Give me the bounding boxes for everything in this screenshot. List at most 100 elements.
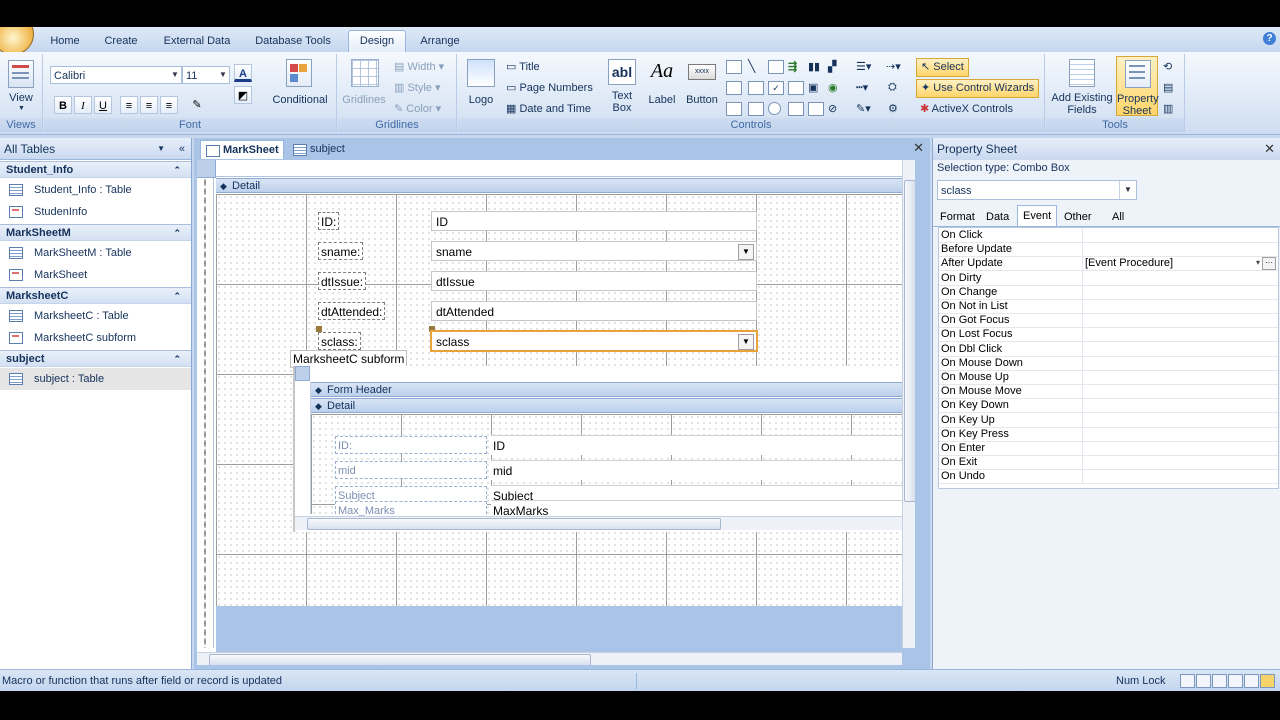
activex-button[interactable]: ✱ ActiveX Controls: [920, 102, 1013, 115]
option-button-icon[interactable]: [768, 102, 781, 115]
nav-pane-header[interactable]: All Tables ▼ «: [0, 138, 191, 160]
nav-group-student-info[interactable]: Student_Info ⌃: [0, 161, 191, 178]
width-button[interactable]: ▤ Width ▾: [394, 60, 444, 73]
paperclip-icon[interactable]: ⊘: [828, 102, 842, 115]
ps-tab-all[interactable]: All: [1107, 208, 1129, 226]
use-control-wizards-button[interactable]: ✦ Use Control Wizards: [916, 79, 1040, 98]
list-box-icon[interactable]: [726, 81, 742, 95]
unbound-object-icon[interactable]: [788, 102, 804, 116]
property-row[interactable]: On Key Down: [939, 398, 1278, 414]
help-icon[interactable]: ?: [1263, 32, 1276, 45]
field-label-sname[interactable]: sname:: [318, 242, 364, 260]
tab-database-tools[interactable]: Database Tools: [250, 33, 336, 52]
nav-item-subject-table[interactable]: subject : Table: [0, 368, 191, 390]
subform-textbox-max-marks[interactable]: MaxMarks: [491, 500, 915, 516]
font-color-icon[interactable]: A: [234, 64, 252, 82]
form-selector[interactable]: [197, 160, 216, 178]
nav-item-marksheetm-table[interactable]: MarkSheetM : Table: [0, 242, 191, 264]
nav-group-marksheetc[interactable]: MarksheetC ⌃: [0, 287, 191, 304]
scrollbar-thumb[interactable]: [307, 518, 721, 530]
line-icon[interactable]: ╲: [748, 60, 762, 72]
ps-tab-event[interactable]: Event: [1017, 205, 1058, 227]
conditional-button[interactable]: Conditional: [268, 56, 332, 112]
subform-horizontal-scrollbar[interactable]: [295, 516, 915, 530]
subform-control[interactable]: ◆ Form Header ◆ Detail ID: ID mid mid Su…: [293, 366, 915, 532]
property-row[interactable]: On Enter: [939, 441, 1278, 456]
font-name-combo[interactable]: Calibri ▼: [50, 66, 182, 84]
property-row[interactable]: On Got Focus: [939, 313, 1278, 329]
field-combo-sname[interactable]: sname ▼: [431, 241, 757, 261]
property-row[interactable]: On Mouse Down: [939, 355, 1278, 371]
insert-chart-icon[interactable]: ▞: [828, 60, 842, 73]
ps-tab-format[interactable]: Format: [935, 208, 980, 226]
page-numbers-button[interactable]: ▭ Page Numbers: [506, 81, 593, 94]
button-button[interactable]: xxxx Button: [682, 56, 722, 112]
align-left-icon[interactable]: ≡: [120, 96, 138, 114]
border-icon[interactable]: ⚙: [888, 102, 898, 115]
align-center-icon[interactable]: ≡: [140, 96, 158, 114]
chevron-down-icon[interactable]: ▼: [738, 244, 754, 260]
property-row[interactable]: On Dirty: [939, 270, 1278, 286]
text-box-button[interactable]: abl Text Box: [604, 56, 640, 116]
nav-item-marksheetc-subform[interactable]: MarksheetC subform: [0, 327, 191, 349]
subform-label-mid[interactable]: mid: [335, 461, 487, 479]
tab-external-data[interactable]: External Data: [158, 33, 236, 52]
property-row[interactable]: On Key Up: [939, 412, 1278, 428]
property-row[interactable]: On Undo: [939, 469, 1278, 485]
select-button[interactable]: ↖ Select: [916, 58, 969, 77]
subform-textbox-mid[interactable]: mid: [491, 460, 915, 480]
subform-form-header-bar[interactable]: ◆ Form Header: [311, 382, 915, 397]
view-code-icon[interactable]: ▤: [1163, 81, 1173, 94]
property-row[interactable]: On Change: [939, 284, 1278, 300]
nav-item-marksheet-form[interactable]: MarkSheet: [0, 264, 191, 286]
field-label-id[interactable]: ID:: [318, 212, 340, 230]
pivot-chart-view-icon[interactable]: [1244, 674, 1259, 688]
chevron-down-icon[interactable]: ▼: [169, 67, 181, 83]
tab-order-icon[interactable]: ⟲: [1163, 60, 1172, 73]
office-button[interactable]: [0, 27, 34, 55]
ps-tab-data[interactable]: Data: [981, 208, 1014, 226]
property-row[interactable]: On Mouse Move: [939, 384, 1278, 400]
toggle-button-icon[interactable]: [748, 102, 764, 116]
chevron-down-icon[interactable]: ▼: [157, 138, 165, 160]
doc-tab-marksheet[interactable]: MarkSheet: [200, 140, 284, 159]
property-row[interactable]: On Key Press: [939, 426, 1278, 442]
subform-label-max-marks[interactable]: Max_Marks: [335, 501, 487, 516]
close-icon[interactable]: ✕: [1264, 138, 1275, 160]
insert-page-break-icon[interactable]: ⇶: [788, 60, 802, 73]
chevron-down-icon[interactable]: ▼: [738, 334, 754, 350]
nav-group-subject[interactable]: subject ⌃: [0, 350, 191, 367]
checkbox-icon[interactable]: ✓: [768, 81, 784, 95]
combo-box-icon[interactable]: [726, 102, 742, 116]
property-row[interactable]: On Exit: [939, 455, 1278, 471]
subform-textbox-id[interactable]: ID: [491, 435, 915, 455]
gridlines-button[interactable]: Gridlines: [340, 56, 388, 112]
tab-arrange[interactable]: Arrange: [414, 33, 466, 52]
property-row[interactable]: Before Update: [939, 242, 1278, 258]
color-button[interactable]: ✎ Color ▾: [394, 102, 441, 115]
view-button[interactable]: View ▼: [3, 56, 39, 112]
chevron-down-icon[interactable]: ▾: [1256, 256, 1260, 270]
line-thickness-icon[interactable]: ☰▾: [856, 60, 871, 73]
nav-item-studeninfo-form[interactable]: StudenInfo: [0, 201, 191, 223]
build-button[interactable]: ···: [1262, 257, 1276, 271]
label-button[interactable]: Aa Label: [644, 56, 680, 112]
tab-design[interactable]: Design: [348, 30, 406, 52]
tab-home[interactable]: Home: [44, 33, 86, 52]
rectangle-icon[interactable]: [748, 81, 764, 95]
align-right-icon[interactable]: ≡: [160, 96, 178, 114]
subform-icon[interactable]: [788, 81, 804, 95]
property-row[interactable]: On Mouse Up: [939, 370, 1278, 385]
property-sheet-button[interactable]: Property Sheet: [1116, 56, 1159, 117]
pivot-table-view-icon[interactable]: [1228, 674, 1243, 688]
field-textbox-dtattended[interactable]: dtAttended: [431, 301, 757, 321]
chevron-down-icon[interactable]: ▼: [217, 67, 229, 83]
doc-tab-subject[interactable]: subject: [288, 140, 358, 159]
property-row[interactable]: On Dbl Click: [939, 341, 1278, 357]
convert-macros-icon[interactable]: ▥: [1163, 102, 1173, 115]
image-icon[interactable]: [768, 60, 784, 74]
logo-button[interactable]: Logo: [462, 56, 500, 112]
form-view-icon[interactable]: [1180, 674, 1195, 688]
hyperlink-icon[interactable]: [808, 102, 824, 116]
subform-selector[interactable]: [295, 366, 310, 381]
